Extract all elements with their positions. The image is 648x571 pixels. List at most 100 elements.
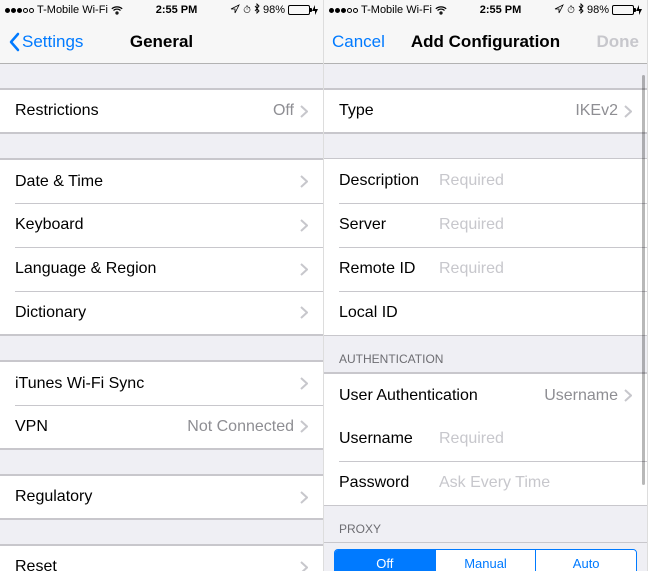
cell-vpn[interactable]: VPN Not Connected (0, 405, 323, 449)
cell-regulatory[interactable]: Regulatory (0, 475, 323, 519)
proxy-seg-off[interactable]: Off (335, 550, 436, 571)
battery-percent: 98% (587, 4, 609, 16)
status-time: 2:55 PM (480, 4, 522, 16)
battery-icon (288, 5, 318, 15)
cell-label: VPN (15, 418, 48, 436)
nav-bar: Settings General (0, 20, 323, 64)
wifi-icon (111, 6, 123, 15)
cell-user-authentication[interactable]: User Authentication Username (324, 373, 647, 417)
group-reset: Reset (0, 544, 323, 571)
chevron-right-icon (300, 561, 308, 571)
status-time: 2:55 PM (156, 4, 198, 16)
remote-id-input[interactable] (439, 260, 646, 278)
cell-label: Keyboard (15, 216, 84, 234)
cell-label: User Authentication (339, 387, 478, 405)
field-label: Local ID (339, 304, 439, 322)
chevron-right-icon (300, 263, 308, 276)
cell-label: Date & Time (15, 173, 103, 191)
chevron-right-icon (300, 105, 308, 118)
cell-label: Language & Region (15, 260, 156, 278)
row-remote-id[interactable]: Remote ID (324, 247, 647, 291)
proxy-seg-manual[interactable]: Manual (436, 550, 537, 571)
alarm-icon: ⏱ (567, 5, 575, 16)
local-id-input[interactable] (439, 304, 646, 322)
bluetooth-icon (578, 3, 584, 17)
status-right: ⏱ 98% (554, 3, 642, 17)
proxy-header: Proxy (324, 506, 647, 542)
done-button[interactable]: Done (579, 32, 639, 52)
row-description[interactable]: Description (324, 159, 647, 203)
field-label: Username (339, 430, 439, 448)
cell-itunes-sync[interactable]: iTunes Wi-Fi Sync (0, 361, 323, 405)
cancel-button[interactable]: Cancel (332, 32, 392, 52)
location-icon (230, 4, 240, 17)
group-auth: User Authentication Username Username Pa… (324, 372, 647, 506)
cell-date-time[interactable]: Date & Time (0, 159, 323, 203)
cell-label: Dictionary (15, 304, 86, 322)
cell-value: Not Connected (187, 418, 294, 436)
content-scroll[interactable]: Type IKEv2 Description Server Remote ID … (324, 64, 647, 571)
chevron-right-icon (624, 389, 632, 402)
battery-icon (612, 5, 642, 15)
cell-language-region[interactable]: Language & Region (0, 247, 323, 291)
row-username[interactable]: Username (324, 417, 647, 461)
back-label: Settings (22, 32, 83, 52)
chevron-right-icon (300, 377, 308, 390)
field-label: Server (339, 216, 439, 234)
cell-type[interactable]: Type IKEv2 (324, 89, 647, 133)
back-button[interactable]: Settings (8, 32, 83, 52)
password-input[interactable] (439, 474, 646, 492)
signal-strength-icon (5, 8, 34, 13)
cell-reset[interactable]: Reset (0, 545, 323, 571)
chevron-right-icon (624, 105, 632, 118)
chevron-left-icon (8, 32, 20, 52)
signal-strength-icon (329, 8, 358, 13)
description-input[interactable] (439, 172, 646, 190)
cell-label: Regulatory (15, 488, 92, 506)
group-sync: iTunes Wi-Fi Sync VPN Not Connected (0, 360, 323, 450)
cell-label: Reset (15, 558, 57, 571)
cell-label: Type (339, 102, 374, 120)
chevron-right-icon (300, 306, 308, 319)
status-left: T-Mobile Wi-Fi (5, 4, 123, 16)
charging-icon (312, 5, 318, 15)
wifi-icon (435, 6, 447, 15)
carrier-label: T-Mobile Wi-Fi (361, 4, 432, 16)
cell-keyboard[interactable]: Keyboard (0, 203, 323, 247)
auth-header: Authentication (324, 336, 647, 372)
status-bar: T-Mobile Wi-Fi 2:55 PM ⏱ 98% (0, 0, 323, 20)
cell-value: Off (273, 102, 294, 120)
row-server[interactable]: Server (324, 203, 647, 247)
status-bar: T-Mobile Wi-Fi 2:55 PM ⏱ 98% (324, 0, 647, 20)
server-input[interactable] (439, 216, 646, 234)
cell-dictionary[interactable]: Dictionary (0, 291, 323, 335)
row-local-id[interactable]: Local ID (324, 291, 647, 335)
proxy-seg-auto[interactable]: Auto (536, 550, 636, 571)
group-locale: Date & Time Keyboard Language & Region D… (0, 158, 323, 336)
screen-add-configuration: T-Mobile Wi-Fi 2:55 PM ⏱ 98% Cancel Add … (324, 0, 648, 571)
screen-general: T-Mobile Wi-Fi 2:55 PM ⏱ 98% Settings (0, 0, 324, 571)
username-input[interactable] (439, 430, 646, 448)
status-left: T-Mobile Wi-Fi (329, 4, 447, 16)
field-label: Remote ID (339, 260, 439, 278)
bluetooth-icon (254, 3, 260, 17)
chevron-right-icon (300, 420, 308, 433)
chevron-right-icon (300, 219, 308, 232)
cell-label: Restrictions (15, 102, 99, 120)
group-restrictions: Restrictions Off (0, 88, 323, 134)
field-label: Password (339, 474, 439, 492)
cell-restrictions[interactable]: Restrictions Off (0, 89, 323, 133)
cell-value: IKEv2 (575, 102, 618, 120)
chevron-right-icon (300, 491, 308, 504)
cell-value: Username (544, 387, 618, 405)
scroll-indicator (642, 75, 645, 485)
status-right: ⏱ 98% (230, 3, 318, 17)
content-scroll[interactable]: Restrictions Off Date & Time Keyboard La… (0, 64, 323, 571)
group-proxy: Off Manual Auto (324, 542, 647, 571)
row-password[interactable]: Password (324, 461, 647, 505)
alarm-icon: ⏱ (243, 5, 251, 16)
proxy-segmented[interactable]: Off Manual Auto (334, 549, 637, 571)
cell-label: iTunes Wi-Fi Sync (15, 375, 144, 393)
group-regulatory: Regulatory (0, 474, 323, 520)
nav-bar: Cancel Add Configuration Done (324, 20, 647, 64)
